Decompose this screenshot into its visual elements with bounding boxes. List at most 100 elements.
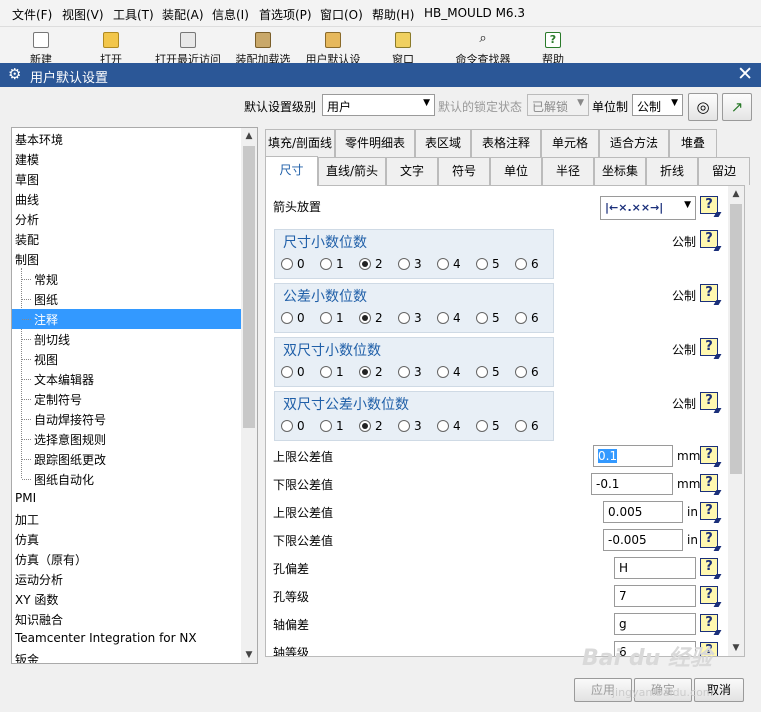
tab-row1[interactable]: 零件明细表 [335, 129, 415, 157]
decimal-radio[interactable]: 4 [437, 311, 461, 327]
decimal-radio[interactable]: 5 [476, 419, 500, 435]
tab-row2[interactable]: 坐标集 [594, 157, 646, 185]
manage-defaults-button[interactable]: ↗ [722, 93, 752, 121]
find-defaults-button[interactable]: ◎ [688, 93, 718, 121]
panel-scrollbar[interactable]: ▲ ▼ [728, 186, 744, 656]
tab-row1[interactable]: 表格注释 [471, 129, 541, 157]
tab-row2[interactable]: 尺寸 [265, 156, 318, 186]
user-defaults-button[interactable]: 用户默认设 [298, 31, 368, 63]
new-button[interactable]: 新建 [6, 31, 76, 63]
tab-row2[interactable]: 直线/箭头 [318, 157, 386, 185]
help-icon[interactable]: ? [700, 530, 718, 548]
open-recent-button[interactable]: 打开最近访问 [150, 31, 226, 63]
decimal-radio[interactable]: 1 [320, 311, 344, 327]
decimal-radio[interactable]: 4 [437, 257, 461, 273]
tab-row1[interactable]: 填充/剖面线 [265, 129, 335, 157]
value-field[interactable]: 0.1 [593, 445, 673, 467]
value-field[interactable]: -0.005 [603, 529, 683, 551]
radio-dot[interactable] [437, 366, 449, 378]
radio-dot[interactable] [515, 258, 527, 270]
level-select[interactable]: 用户 ▼ [322, 94, 435, 116]
tree-item[interactable]: 加工 [12, 509, 242, 529]
decimal-radio[interactable]: 2 [359, 419, 383, 435]
menu-window[interactable]: 窗口(O) [320, 6, 363, 23]
tree-item[interactable]: 装配 [12, 229, 242, 249]
tree-item[interactable]: 运动分析 [12, 569, 242, 589]
tree-item[interactable]: 建模 [12, 149, 242, 169]
tree-item[interactable]: 文本编辑器 [12, 369, 242, 389]
radio-dot[interactable] [476, 420, 488, 432]
decimal-radio[interactable]: 3 [398, 311, 422, 327]
chevron-down-icon[interactable]: ▼ [241, 647, 257, 663]
category-tree[interactable]: 基本环境 建模 草图 曲线 分析 装配 制图 常规 图纸 注释 剖切线 视图 文本编辑器 定制符号 自动焊接… [11, 127, 258, 664]
radio-dot[interactable] [281, 312, 293, 324]
radio-dot[interactable] [320, 258, 332, 270]
decimal-radio[interactable]: 0 [281, 365, 305, 381]
tree-item[interactable]: 分析 [12, 209, 242, 229]
chevron-down-icon[interactable]: ▼ [728, 640, 744, 656]
tab-row2[interactable]: 折线 [646, 157, 698, 185]
tree-item[interactable]: 自动焊接符号 [12, 409, 242, 429]
units-select[interactable]: 公制 ▼ [632, 94, 683, 116]
help-icon[interactable]: ? [700, 614, 718, 632]
value-field[interactable]: -0.1 [591, 473, 673, 495]
tab-row2[interactable]: 文字 [386, 157, 438, 185]
help-icon[interactable]: ? [700, 474, 718, 492]
tree-item[interactable]: 常规 [12, 269, 242, 289]
help-icon[interactable]: ? [700, 230, 718, 248]
menu-info[interactable]: 信息(I) [212, 6, 249, 23]
menu-assembly[interactable]: 装配(A) [162, 6, 204, 23]
radio-dot[interactable] [398, 312, 410, 324]
tree-item[interactable]: 仿真（原有） [12, 549, 242, 569]
tab-row1[interactable]: 堆叠 [669, 129, 717, 157]
help-icon[interactable]: ? [700, 338, 718, 356]
decimal-radio[interactable]: 4 [437, 419, 461, 435]
radio-dot[interactable] [476, 366, 488, 378]
help-icon[interactable]: ? [700, 446, 718, 464]
tree-item[interactable]: 制图 [12, 249, 242, 269]
tab-row2[interactable]: 单位 [490, 157, 542, 185]
tree-item[interactable]: PMI [12, 489, 242, 509]
decimal-radio[interactable]: 6 [515, 257, 539, 273]
decimal-radio[interactable]: 5 [476, 365, 500, 381]
help-icon[interactable]: ? [700, 284, 718, 302]
value-field[interactable]: 0.005 [603, 501, 683, 523]
assembly-load-button[interactable]: 装配加载选 [228, 31, 298, 63]
chevron-up-icon[interactable]: ▲ [241, 128, 257, 144]
arrow-placement-select[interactable]: |←×.××→| ▼ [600, 196, 696, 220]
radio-dot[interactable] [515, 312, 527, 324]
decimal-radio[interactable]: 1 [320, 365, 344, 381]
tab-row1[interactable]: 单元格 [541, 129, 599, 157]
help-icon[interactable]: ? [700, 392, 718, 410]
scrollbar-thumb[interactable] [243, 146, 255, 428]
decimal-radio[interactable]: 6 [515, 365, 539, 381]
tree-item[interactable]: 图纸自动化 [12, 469, 242, 489]
decimal-radio[interactable]: 4 [437, 365, 461, 381]
tree-item[interactable]: 基本环境 [12, 129, 242, 149]
tree-item[interactable]: 剖切线 [12, 329, 242, 349]
tree-item[interactable]: 仿真 [12, 529, 242, 549]
tree-item[interactable]: 视图 [12, 349, 242, 369]
radio-dot[interactable] [437, 312, 449, 324]
decimal-radio[interactable]: 3 [398, 257, 422, 273]
radio-dot[interactable] [398, 420, 410, 432]
tab-row1[interactable]: 适合方法 [599, 129, 669, 157]
tree-item[interactable]: 曲线 [12, 189, 242, 209]
decimal-radio[interactable]: 1 [320, 419, 344, 435]
decimal-radio[interactable]: 0 [281, 257, 305, 273]
help-icon[interactable]: ? [700, 196, 718, 214]
tree-item[interactable]: 钣金 [12, 649, 242, 663]
radio-dot[interactable] [320, 366, 332, 378]
tree-item[interactable]: 知识融合 [12, 609, 242, 629]
menu-tools[interactable]: 工具(T) [113, 6, 154, 23]
help-icon[interactable]: ? [700, 586, 718, 604]
value-field[interactable]: 7 [614, 585, 696, 607]
menu-preferences[interactable]: 首选项(P) [259, 6, 312, 23]
tab-row2[interactable]: 留边 [698, 157, 750, 185]
tree-item[interactable]: 跟踪图纸更改 [12, 449, 242, 469]
tree-scrollbar[interactable]: ▲ ▼ [241, 128, 257, 663]
command-finder-button[interactable]: ⌕ 命令查找器 [448, 31, 518, 64]
tab-row2[interactable]: 符号 [438, 157, 490, 185]
value-field[interactable]: H [614, 557, 696, 579]
tree-item[interactable]: Teamcenter Integration for NX [12, 629, 242, 649]
